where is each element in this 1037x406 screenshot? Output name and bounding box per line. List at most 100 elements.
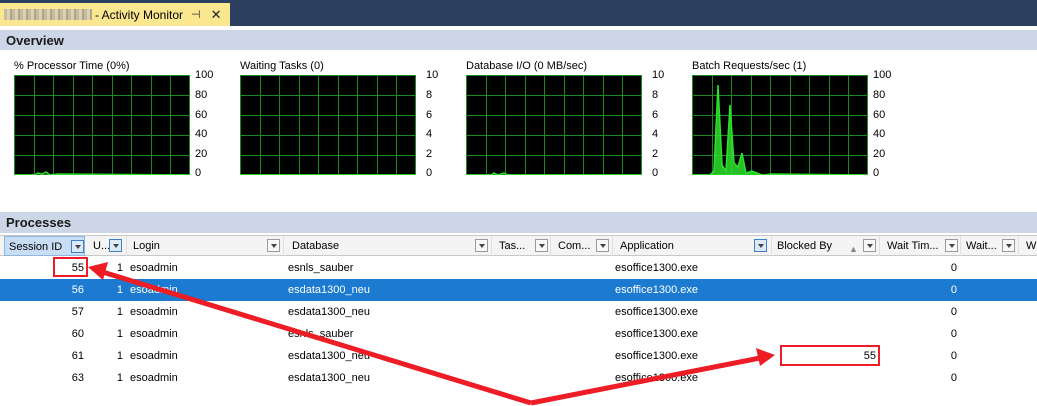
table-row[interactable]: 61 1 esoadmin esdata1300_neu esoffice130… (0, 345, 1037, 367)
activity-monitor-tab[interactable]: - Activity Monitor ⊣ ✕ (0, 3, 230, 26)
tick-label: 80 (195, 89, 208, 101)
column-w[interactable]: W (1022, 236, 1037, 256)
table-row[interactable]: 55 1 esoadmin esnls_sauber esoffice1300.… (0, 257, 1037, 279)
tick-label: 6 (426, 109, 433, 121)
tick-label: 2 (426, 148, 433, 160)
session-id-cell: 61 (71, 350, 84, 362)
highlight-box-blocked-by-55 (780, 345, 880, 366)
tick-label: 0 (652, 167, 659, 179)
filter-dropdown-icon[interactable] (1002, 239, 1015, 252)
batch-requests-plot (692, 75, 868, 175)
processor-time-plot (14, 75, 190, 175)
filter-dropdown-icon[interactable] (945, 239, 958, 252)
application-cell: esoffice1300.exe (615, 372, 698, 384)
filter-dropdown-icon[interactable] (596, 239, 609, 252)
filter-dropdown-icon[interactable] (535, 239, 548, 252)
batch-requests-chart (692, 75, 868, 175)
overview-title: Overview (6, 33, 64, 48)
processor-time-axis: 100 80 60 40 20 0 (195, 69, 219, 179)
user-cell: 1 (116, 328, 123, 340)
batch-requests-title: Batch Requests/sec (1) (692, 60, 807, 72)
wait-time-cell: 0 (950, 284, 957, 296)
column-label: Wait... (966, 240, 997, 252)
processes-header[interactable]: Processes (0, 212, 1037, 233)
column-label: Database (292, 240, 340, 252)
login-cell: esoadmin (130, 284, 178, 296)
column-tasks[interactable]: Tas... (495, 236, 551, 256)
tick-label: 8 (426, 89, 433, 101)
tick-label: 4 (652, 128, 659, 140)
table-row[interactable]: 63 1 esoadmin esdata1300_neu esoffice130… (0, 367, 1037, 389)
user-cell: 1 (116, 372, 123, 384)
column-label: Tas... (499, 240, 526, 252)
batch-requests-axis: 100 80 60 40 20 0 (873, 70, 897, 179)
pin-icon[interactable]: ⊣ (191, 8, 201, 21)
blocked-by-cell (775, 367, 876, 389)
waiting-tasks-chart (240, 75, 416, 175)
tick-label: 20 (195, 148, 208, 160)
tick-label: 0 (426, 167, 433, 179)
column-wait-time[interactable]: Wait Tim... (883, 236, 961, 256)
blocked-by-cell (775, 279, 876, 301)
table-row[interactable]: 60 1 esoadmin esnls_sauber esoffice1300.… (0, 323, 1037, 345)
column-session-id[interactable]: Session ID (4, 236, 85, 256)
table-row-selected[interactable]: 56 1 esoadmin esdata1300_neu esoffice130… (0, 279, 1037, 301)
user-cell: 1 (116, 262, 123, 274)
session-id-cell: 60 (71, 328, 84, 340)
login-cell: esoadmin (130, 262, 178, 274)
overview-header[interactable]: Overview (0, 30, 1037, 51)
filter-dropdown-icon[interactable] (863, 239, 876, 252)
waiting-tasks-plot (240, 75, 416, 175)
database-cell: esdata1300_neu (288, 372, 370, 384)
column-user[interactable]: U... (89, 236, 127, 256)
login-cell: esoadmin (130, 328, 178, 340)
column-command[interactable]: Com... (554, 236, 613, 256)
filter-dropdown-icon[interactable] (754, 239, 767, 252)
column-blocked-by[interactable]: Blocked By ▲ (773, 236, 880, 256)
column-login[interactable]: Login (129, 236, 284, 256)
plot-background (14, 75, 190, 175)
user-cell: 1 (116, 350, 123, 362)
wait-time-cell: 0 (950, 372, 957, 384)
column-application[interactable]: Application (616, 236, 772, 256)
document-tab-strip: - Activity Monitor ⊣ ✕ (0, 0, 1037, 26)
application-cell: esoffice1300.exe (615, 306, 698, 318)
tick-label: 0 (873, 167, 880, 179)
processes-title: Processes (6, 215, 72, 230)
blocked-by-cell (775, 323, 876, 345)
database-io-title: Database I/O (0 MB/sec) (466, 60, 588, 72)
filter-dropdown-icon[interactable] (71, 240, 84, 253)
column-label: Wait Tim... (887, 240, 939, 252)
database-io-chart (466, 75, 642, 175)
close-icon[interactable]: ✕ (211, 7, 222, 23)
tick-label: 40 (873, 128, 886, 140)
highlight-box-session-55 (53, 257, 88, 277)
filter-dropdown-icon[interactable] (267, 239, 280, 252)
database-io-axis: 10 8 6 4 2 0 (652, 70, 676, 179)
blocked-by-cell (775, 257, 876, 279)
tick-label: 80 (873, 89, 886, 101)
wait-time-cell: 0 (950, 328, 957, 340)
waiting-tasks-axis: 10 8 6 4 2 0 (426, 70, 450, 179)
database-cell: esdata1300_neu (288, 306, 370, 318)
plot-background (240, 75, 416, 175)
plot-background (466, 75, 642, 175)
application-cell: esoffice1300.exe (615, 328, 698, 340)
database-cell: esnls_sauber (288, 328, 354, 340)
filter-dropdown-icon[interactable] (109, 239, 122, 252)
application-cell: esoffice1300.exe (615, 350, 698, 362)
wait-time-cell: 0 (950, 306, 957, 318)
column-wait-type[interactable]: Wait... (962, 236, 1019, 256)
table-row[interactable]: 57 1 esoadmin esdata1300_neu esoffice130… (0, 301, 1037, 323)
user-cell: 1 (116, 284, 123, 296)
processes-grid-header: Session ID U... Login Database Tas... Co… (0, 235, 1037, 256)
tick-label: 100 (195, 69, 214, 81)
column-database[interactable]: Database (288, 236, 492, 256)
wait-time-cell: 0 (950, 350, 957, 362)
processor-time-title: % Processor Time (0%) (14, 60, 130, 72)
session-id-cell: 57 (71, 306, 84, 318)
overview-panel: % Processor Time (0%) 100 80 60 40 20 0 … (0, 50, 1037, 210)
filter-dropdown-icon[interactable] (475, 239, 488, 252)
database-cell: esnls_sauber (288, 262, 354, 274)
session-id-cell: 63 (71, 372, 84, 384)
